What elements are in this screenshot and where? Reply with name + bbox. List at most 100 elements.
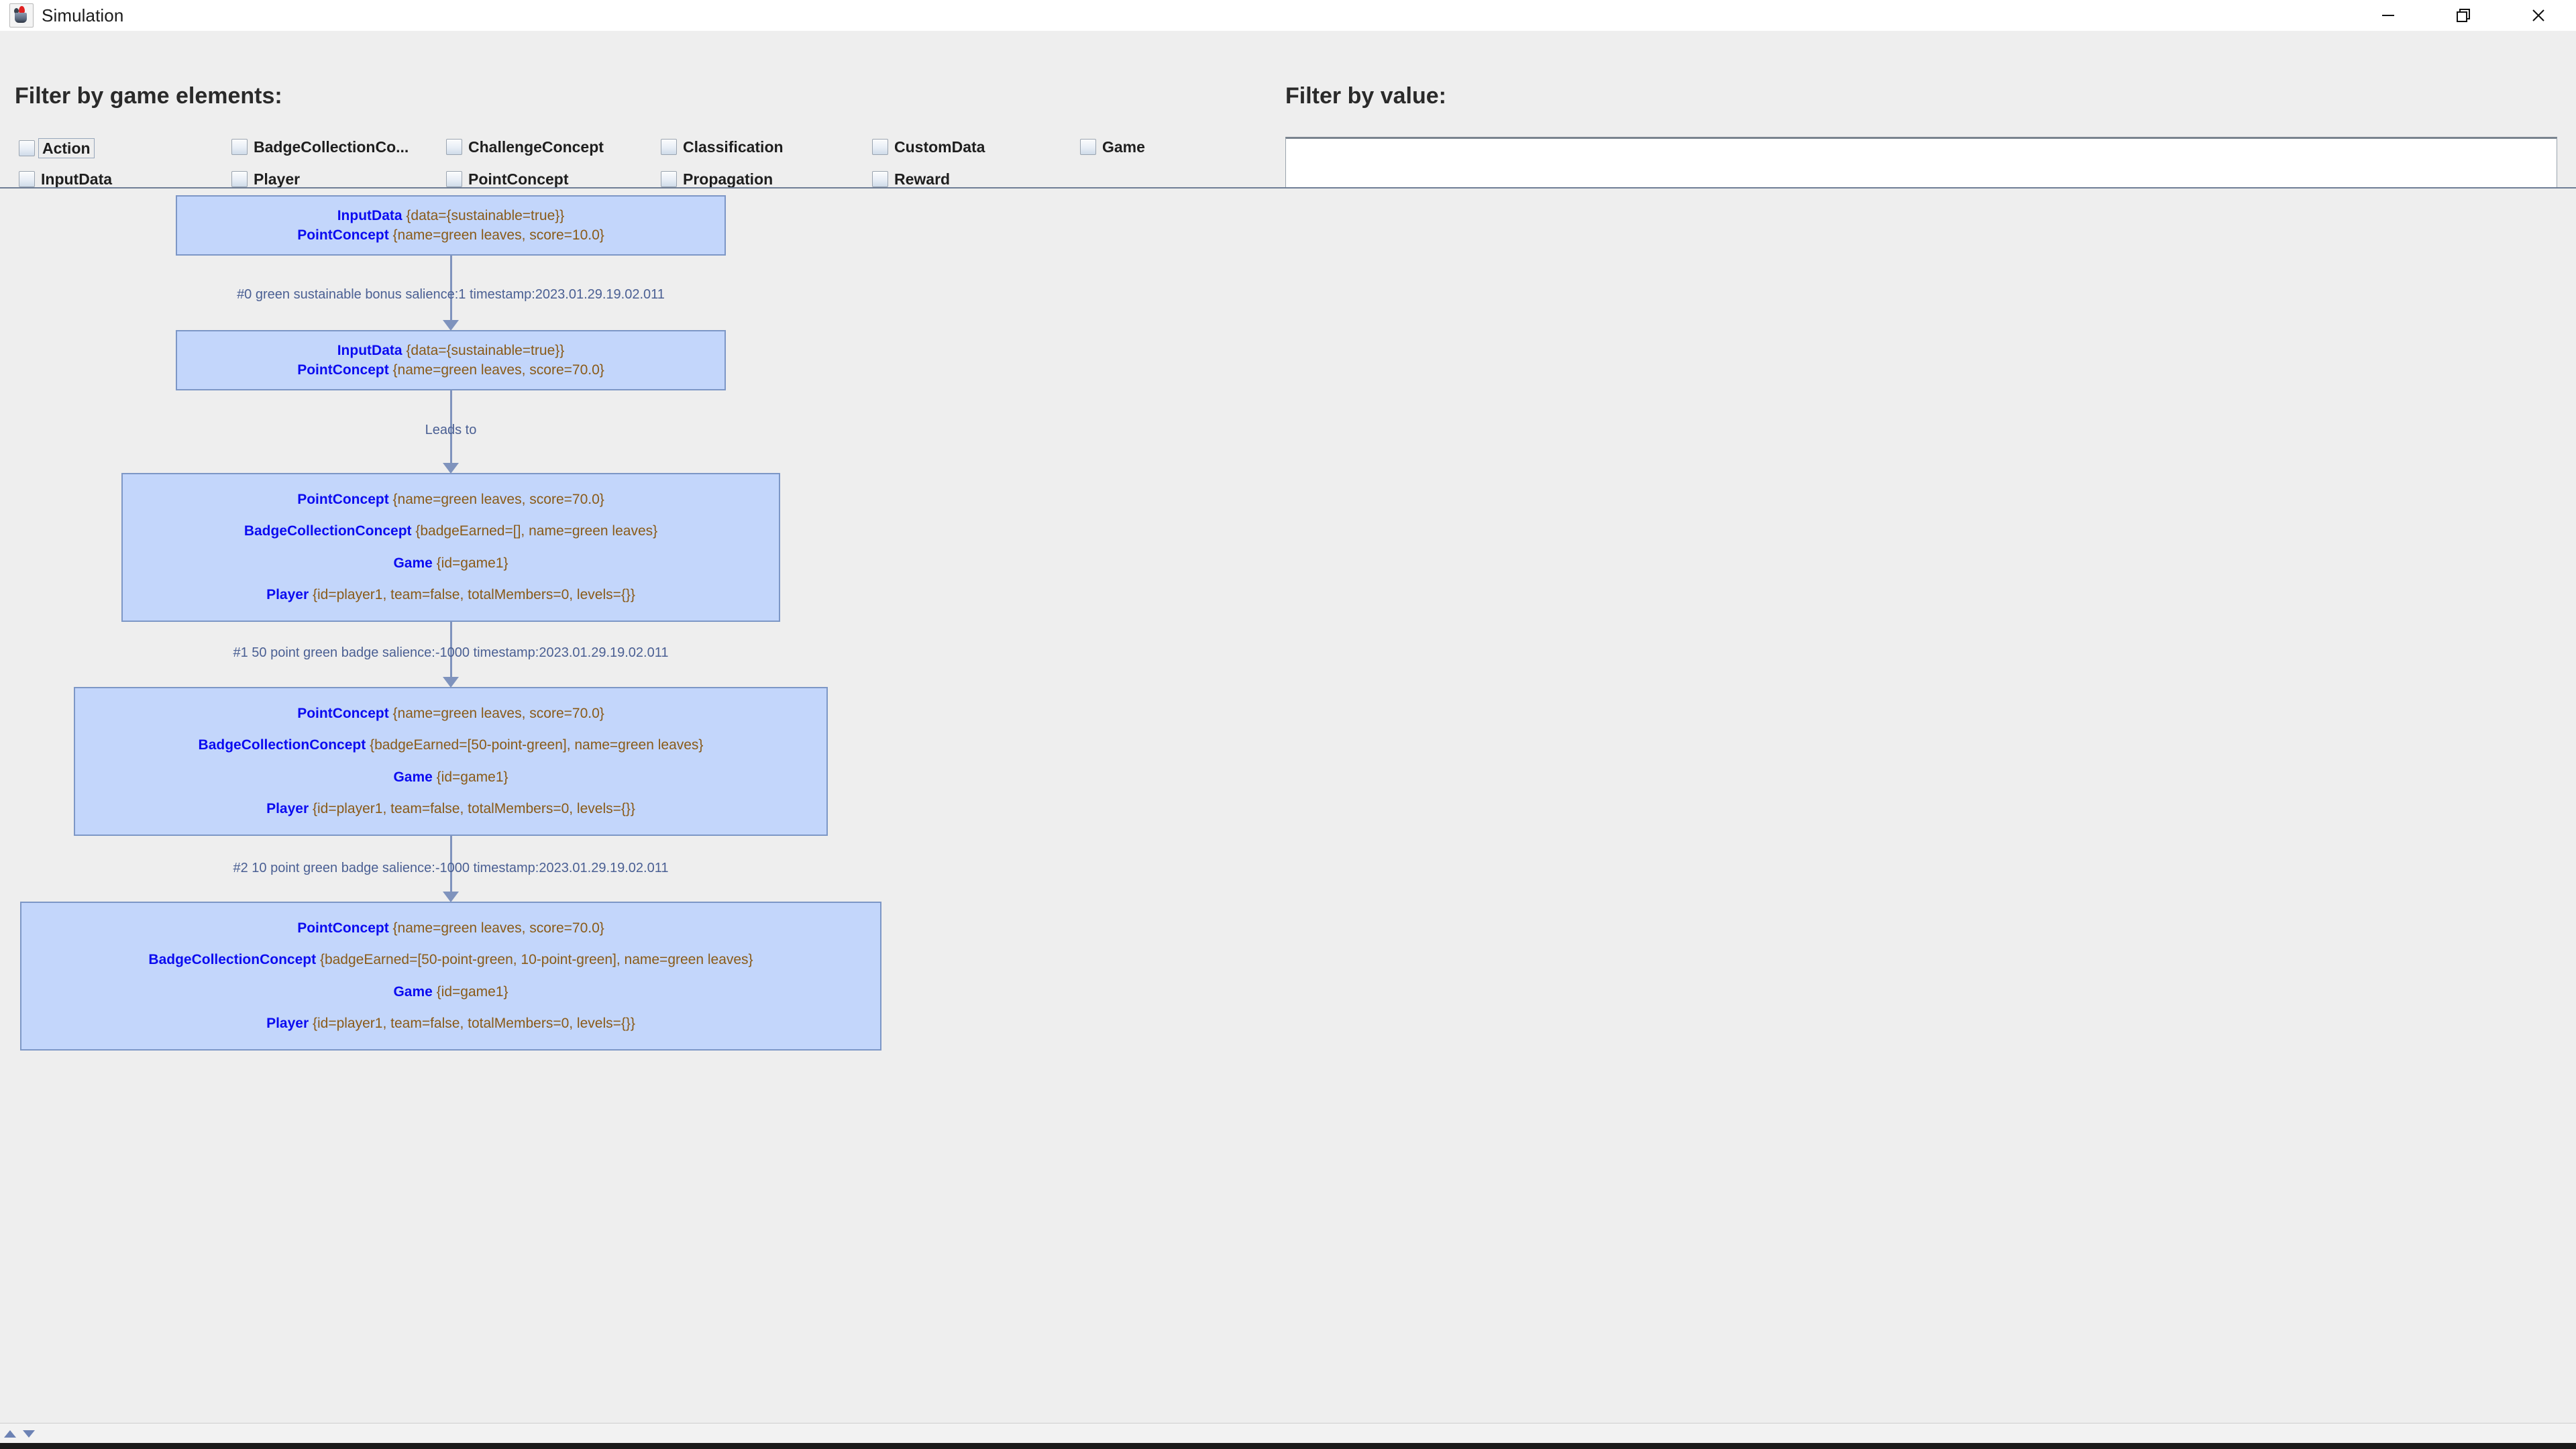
edge-label: #2 10 point green badge salience:-1000 t… bbox=[233, 861, 669, 875]
edge-arrowhead-icon bbox=[443, 463, 459, 474]
checkbox-box-icon[interactable] bbox=[231, 171, 248, 187]
graph-node-type: PointConcept bbox=[297, 920, 389, 936]
window-title-bar: Simulation bbox=[0, 0, 2576, 31]
graph-node-type: BadgeCollectionConcept bbox=[198, 737, 366, 753]
checkbox-pointconcept[interactable]: PointConcept bbox=[446, 170, 569, 188]
graph-node-line: PointConcept {name=green leaves, score=7… bbox=[123, 492, 779, 508]
checkbox-label: Action bbox=[38, 138, 95, 158]
graph-node-line: Game {id=game1} bbox=[123, 555, 779, 572]
checkbox-box-icon[interactable] bbox=[19, 140, 35, 156]
graph-node-type: PointConcept bbox=[297, 362, 389, 378]
checkbox-label: InputData bbox=[41, 170, 113, 188]
edge-label: #0 green sustainable bonus salience:1 ti… bbox=[237, 287, 665, 302]
graph-node[interactable]: InputData {data={sustainable=true}} Point… bbox=[176, 195, 726, 256]
simulation-graph-canvas[interactable]: #0 green sustainable bonus salience:1 ti… bbox=[0, 189, 2576, 1423]
graph-node-attributes: {id=player1, team=false, totalMembers=0,… bbox=[312, 1016, 635, 1032]
checkbox-classification[interactable]: Classification bbox=[661, 138, 784, 156]
graph-node[interactable]: InputData {data={sustainable=true}} Point… bbox=[176, 330, 726, 390]
collapse-down-icon[interactable] bbox=[23, 1430, 35, 1438]
restore-button[interactable] bbox=[2426, 0, 2501, 31]
checkbox-propagation[interactable]: Propagation bbox=[661, 170, 773, 188]
app-icon-cup-shape bbox=[15, 13, 27, 23]
graph-node-type: Game bbox=[393, 555, 433, 571]
graph-node-line: BadgeCollectionConcept {badgeEarned=[50-… bbox=[21, 952, 880, 968]
checkbox-box-icon[interactable] bbox=[1080, 139, 1096, 155]
graph-node-attributes: {name=green leaves, score=70.0} bbox=[392, 362, 604, 378]
checkbox-box-icon[interactable] bbox=[231, 139, 248, 155]
graph-node-type: InputData bbox=[337, 207, 402, 223]
graph-node-attributes: {data={sustainable=true}} bbox=[406, 342, 565, 358]
filter-panel: Filter by game elements: Filter by value… bbox=[0, 31, 2576, 197]
graph-node-attributes: {id=player1, team=false, totalMembers=0,… bbox=[312, 801, 635, 817]
graph-node-attributes: {id=player1, team=false, totalMembers=0,… bbox=[312, 587, 635, 603]
graph-node-type: PointConcept bbox=[297, 227, 389, 243]
checkbox-player[interactable]: Player bbox=[231, 170, 300, 188]
checkbox-game[interactable]: Game bbox=[1080, 138, 1145, 156]
checkbox-badgecollectionco[interactable]: BadgeCollectionCo... bbox=[231, 138, 409, 156]
graph-node-attributes: {id=game1} bbox=[436, 555, 508, 571]
bottom-split-pane-divider[interactable] bbox=[0, 1423, 2576, 1444]
graph-node-line: Game {id=game1} bbox=[75, 769, 826, 786]
graph-node-attributes: {name=green leaves, score=70.0} bbox=[392, 705, 604, 721]
checkbox-label: ChallengeConcept bbox=[468, 138, 604, 156]
filter-elements-title: Filter by game elements: bbox=[15, 83, 282, 109]
graph-node-type: BadgeCollectionConcept bbox=[148, 952, 317, 968]
graph-node-attributes: {id=game1} bbox=[436, 983, 508, 1000]
java-coffee-cup-icon bbox=[9, 3, 34, 28]
window-bottom-edge bbox=[0, 1443, 2576, 1449]
graph-node-attributes: {badgeEarned=[], name=green leaves} bbox=[415, 523, 658, 539]
graph-node-line: Player {id=player1, team=false, totalMem… bbox=[123, 587, 779, 603]
checkbox-box-icon[interactable] bbox=[19, 171, 35, 187]
checkbox-box-icon[interactable] bbox=[872, 139, 888, 155]
checkbox-box-icon[interactable] bbox=[661, 139, 677, 155]
collapse-up-icon[interactable] bbox=[4, 1430, 16, 1438]
graph-node-type: Game bbox=[393, 769, 433, 785]
checkbox-label: Classification bbox=[683, 138, 784, 156]
checkbox-inputdata[interactable]: InputData bbox=[19, 170, 112, 188]
graph-node-type: BadgeCollectionConcept bbox=[244, 523, 412, 539]
checkbox-action[interactable]: Action bbox=[19, 138, 95, 158]
graph-node-type: Player bbox=[266, 801, 309, 817]
graph-node-line: Player {id=player1, team=false, totalMem… bbox=[75, 801, 826, 817]
window-controls bbox=[2351, 0, 2576, 31]
graph-node-attributes: {data={sustainable=true}} bbox=[406, 207, 565, 223]
graph-node-type: Game bbox=[393, 983, 433, 1000]
checkbox-label: CustomData bbox=[894, 138, 985, 156]
edge-label: #1 50 point green badge salience:-1000 t… bbox=[233, 645, 669, 660]
checkbox-customdata[interactable]: CustomData bbox=[872, 138, 985, 156]
checkbox-label: Game bbox=[1102, 138, 1145, 156]
graph-node-type: InputData bbox=[337, 342, 402, 358]
checkbox-box-icon[interactable] bbox=[446, 139, 462, 155]
graph-node-line: InputData {data={sustainable=true}} bbox=[177, 343, 724, 359]
checkbox-box-icon[interactable] bbox=[446, 171, 462, 187]
graph-node-type: Player bbox=[266, 1016, 309, 1032]
window-title: Simulation bbox=[42, 5, 124, 25]
checkbox-box-icon[interactable] bbox=[872, 171, 888, 187]
checkbox-reward[interactable]: Reward bbox=[872, 170, 950, 188]
graph-node-attributes: {name=green leaves, score=70.0} bbox=[392, 491, 604, 507]
close-button[interactable] bbox=[2501, 0, 2576, 31]
graph-node-attributes: {name=green leaves, score=70.0} bbox=[392, 920, 604, 936]
checkbox-box-icon[interactable] bbox=[661, 171, 677, 187]
graph-node-line: PointConcept {name=green leaves, score=1… bbox=[177, 227, 724, 244]
filter-value-title: Filter by value: bbox=[1285, 83, 1446, 109]
graph-node-type: PointConcept bbox=[297, 705, 389, 721]
checkbox-label: PointConcept bbox=[468, 170, 569, 188]
minimize-button[interactable] bbox=[2351, 0, 2426, 31]
graph-node-type: Player bbox=[266, 587, 309, 603]
graph-node-attributes: {badgeEarned=[50-point-green, 10-point-g… bbox=[319, 952, 753, 968]
graph-node[interactable]: PointConcept {name=green leaves, score=7… bbox=[121, 473, 780, 622]
checkbox-challengeconcept[interactable]: ChallengeConcept bbox=[446, 138, 604, 156]
edge-label: Leads to bbox=[425, 423, 477, 437]
graph-node-attributes: {id=game1} bbox=[436, 769, 508, 785]
graph-node-line: Player {id=player1, team=false, totalMem… bbox=[21, 1016, 880, 1032]
checkbox-label: Propagation bbox=[683, 170, 773, 188]
graph-node-line: PointConcept {name=green leaves, score=7… bbox=[21, 920, 880, 936]
checkbox-label: Player bbox=[254, 170, 301, 188]
graph-node[interactable]: PointConcept {name=green leaves, score=7… bbox=[74, 687, 828, 836]
graph-node[interactable]: PointConcept {name=green leaves, score=7… bbox=[20, 902, 881, 1051]
graph-node-line: BadgeCollectionConcept {badgeEarned=[], … bbox=[123, 523, 779, 539]
checkbox-label: Reward bbox=[894, 170, 951, 188]
edge-arrowhead-icon bbox=[443, 677, 459, 688]
graph-node-line: InputData {data={sustainable=true}} bbox=[177, 208, 724, 224]
